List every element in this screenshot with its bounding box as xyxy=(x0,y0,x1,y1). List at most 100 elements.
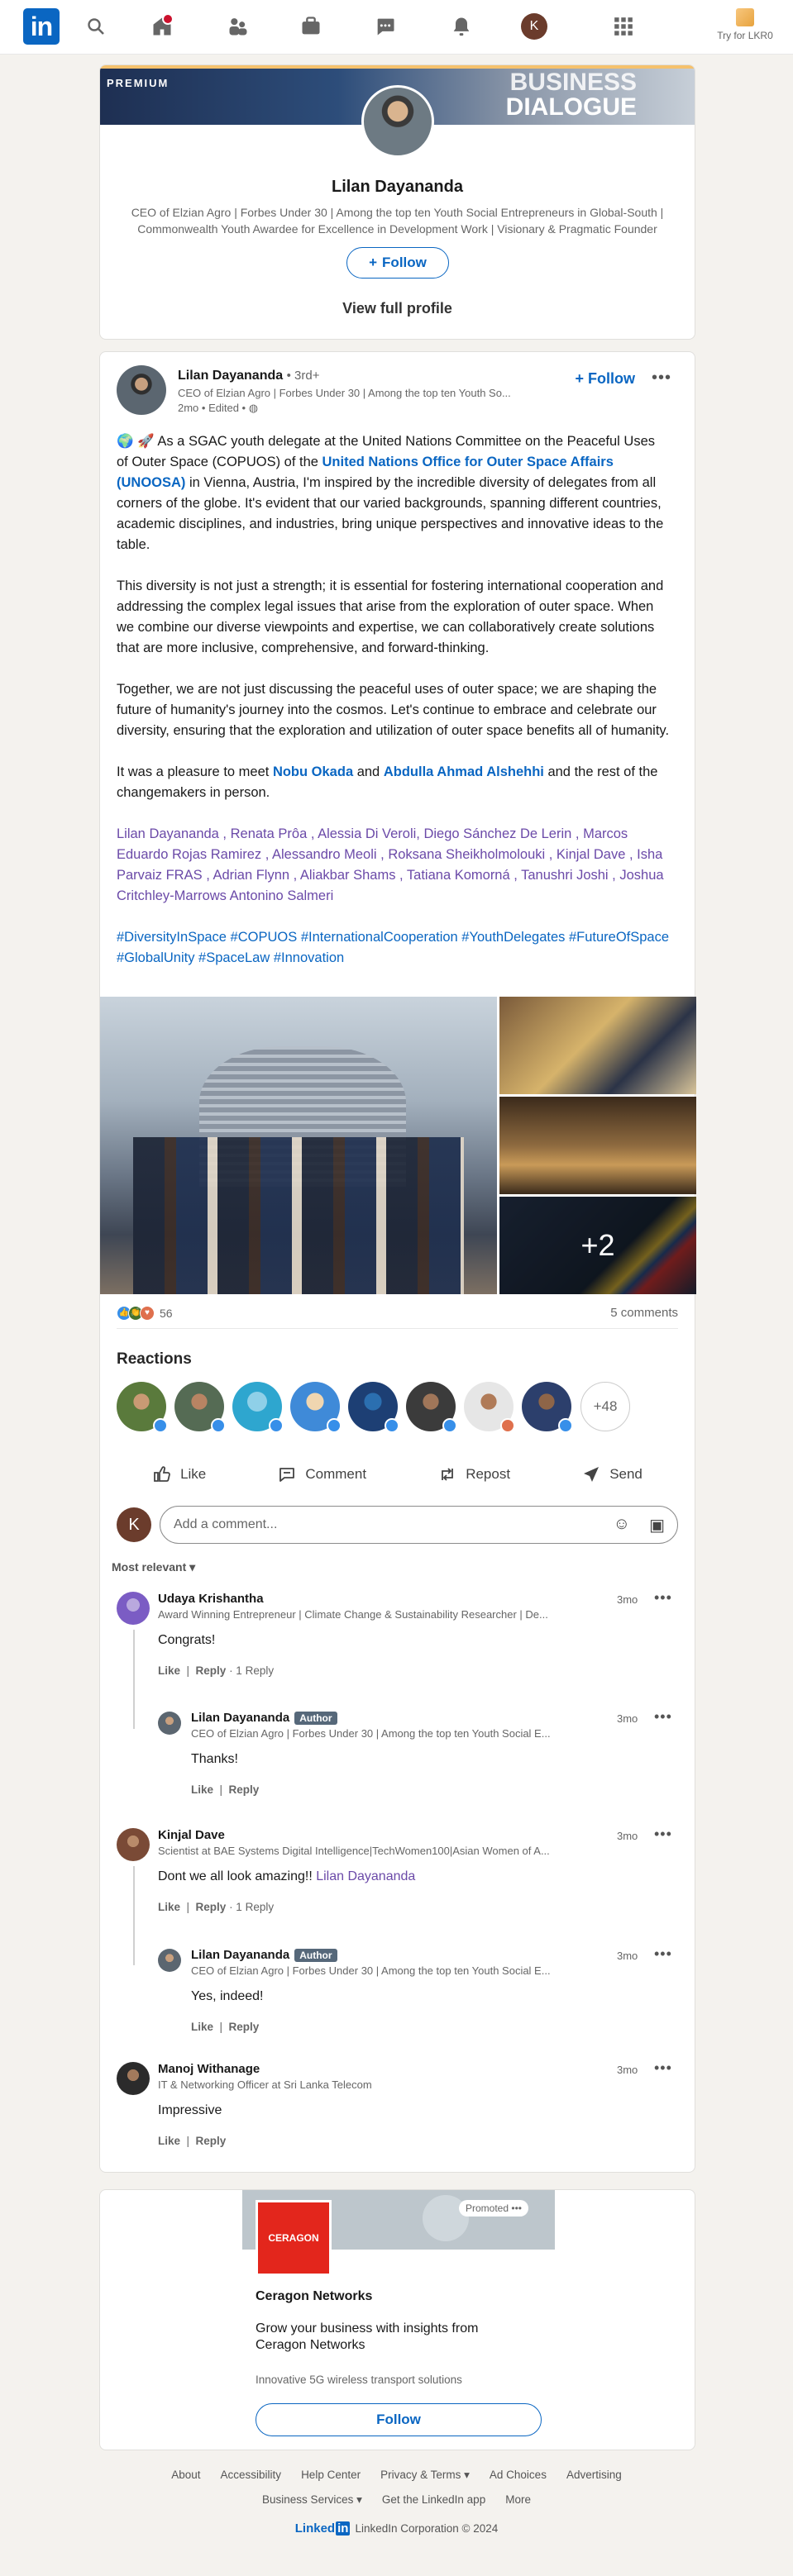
commenter-avatar[interactable] xyxy=(158,1712,181,1735)
post-body: 🌍 🚀 As a SGAC youth delegate at the Unit… xyxy=(117,431,670,989)
jobs-icon[interactable] xyxy=(294,12,327,41)
like-link[interactable]: Like xyxy=(158,2135,180,2147)
more-options-icon[interactable]: ••• xyxy=(511,2202,522,2214)
hashtags[interactable]: #DiversityInSpace #COPUOS #International… xyxy=(117,927,670,969)
thread-line xyxy=(133,1866,135,1965)
ad-follow-button[interactable]: Follow xyxy=(256,2403,542,2436)
commenter-name[interactable]: Udaya Krishantha xyxy=(158,1592,264,1606)
commenter-name[interactable]: Manoj Withanage xyxy=(158,2062,260,2076)
ad-company-name[interactable]: Ceragon Networks xyxy=(256,2289,372,2304)
more-photos-count: +2 xyxy=(499,1197,696,1294)
footer-link-ad-choices[interactable]: Ad Choices xyxy=(490,2469,547,2482)
reply-count[interactable]: · 1 Reply xyxy=(229,1901,274,1913)
footer-link-accessibility[interactable]: Accessibility xyxy=(221,2469,282,2482)
like-button[interactable]: Like xyxy=(152,1455,206,1494)
reaction-summary[interactable]: 👍 👏 ♥ 56 xyxy=(117,1306,173,1321)
thread-line xyxy=(133,1630,135,1729)
reactor-avatar[interactable] xyxy=(232,1382,284,1433)
reactor-avatar[interactable] xyxy=(117,1382,168,1433)
ceragon-logo[interactable]: CERAGON xyxy=(256,2200,332,2276)
reply-link[interactable]: Reply xyxy=(196,1901,227,1913)
like-link[interactable]: Like xyxy=(158,1901,180,1913)
author-name[interactable]: Lilan Dayananda • 3rd+ xyxy=(178,369,319,383)
profile-avatar[interactable] xyxy=(361,85,434,158)
reply-link[interactable]: Reply xyxy=(196,1664,227,1677)
view-full-profile-link[interactable]: View full profile xyxy=(100,300,695,317)
reactor-avatar[interactable] xyxy=(522,1382,573,1433)
messaging-icon[interactable] xyxy=(369,12,402,41)
photo-thumbnail[interactable] xyxy=(499,1097,696,1194)
comment-text: Yes, indeed! xyxy=(191,1989,264,2003)
commenter-name[interactable]: Lilan Dayananda Author xyxy=(191,1948,337,1962)
commenter-avatar[interactable] xyxy=(117,1592,150,1625)
footer-link-about[interactable]: About xyxy=(171,2469,200,2482)
profile-name[interactable]: Lilan Dayananda xyxy=(100,178,695,197)
reply-link[interactable]: Reply xyxy=(196,2135,227,2147)
comment-button[interactable]: Comment xyxy=(277,1455,366,1494)
reactor-avatar[interactable] xyxy=(290,1382,342,1433)
ad-message: Grow your business with insights from Ce… xyxy=(256,2321,479,2352)
footer-link-advertising[interactable]: Advertising xyxy=(566,2469,622,2482)
photo-thumbnail[interactable]: +2 xyxy=(499,1197,696,1294)
commenter-name[interactable]: Kinjal Dave xyxy=(158,1828,225,1842)
repost-button[interactable]: Repost xyxy=(437,1455,510,1494)
like-link[interactable]: Like xyxy=(191,1783,213,1796)
reactor-avatar[interactable] xyxy=(348,1382,399,1433)
post-photos[interactable]: +2 xyxy=(100,997,696,1294)
linkedin-wordmark: Linked in xyxy=(294,2521,351,2536)
like-link[interactable]: Like xyxy=(158,1664,180,1677)
comment-time: 3mo xyxy=(617,1593,638,1606)
commenter-avatar[interactable] xyxy=(158,1949,181,1972)
reactor-avatar[interactable] xyxy=(464,1382,515,1433)
reply-link[interactable]: Reply xyxy=(229,1783,260,1796)
reaction-count: 56 xyxy=(160,1307,173,1320)
author-avatar[interactable] xyxy=(117,365,166,415)
more-options-icon[interactable]: ••• xyxy=(654,2059,672,2077)
reply-count[interactable]: · 1 Reply xyxy=(229,1664,274,1677)
commenter-headline: Scientist at BAE Systems Digital Intelli… xyxy=(158,1845,550,1857)
comment-time: 3mo xyxy=(617,1950,638,1962)
linkedin-logo[interactable]: in xyxy=(23,8,60,45)
reactor-avatar[interactable] xyxy=(174,1382,226,1433)
footer-link-business-services[interactable]: Business Services ▾ xyxy=(262,2493,362,2507)
footer-link-more[interactable]: More xyxy=(505,2493,531,2507)
send-icon xyxy=(584,1467,600,1482)
my-network-icon[interactable] xyxy=(222,12,255,41)
apps-grid-icon[interactable] xyxy=(607,12,640,41)
follow-button[interactable]: + Follow xyxy=(575,370,635,388)
mention-link[interactable]: Lilan Dayananda xyxy=(316,1869,415,1883)
commenter-avatar[interactable] xyxy=(117,1828,150,1861)
me-menu[interactable]: K xyxy=(518,12,551,41)
try-premium-link[interactable]: Try for LKR0 xyxy=(712,8,778,41)
like-link[interactable]: Like xyxy=(191,2021,213,2033)
emoji-icon[interactable]: ☺ xyxy=(614,1515,630,1534)
follow-button[interactable]: + Follow xyxy=(346,247,449,279)
home-icon[interactable] xyxy=(146,12,179,41)
more-reactors[interactable]: +48 xyxy=(580,1382,630,1431)
sort-comments-dropdown[interactable]: Most relevant ▾ xyxy=(112,1560,195,1574)
reply-link[interactable]: Reply xyxy=(229,2021,260,2033)
mention-link[interactable]: Abdulla Ahmad Alshehhi xyxy=(384,764,544,779)
comments-count[interactable]: 5 comments xyxy=(610,1306,678,1320)
main-photo[interactable] xyxy=(100,997,497,1294)
more-options-icon[interactable]: ••• xyxy=(654,1708,672,1726)
send-button[interactable]: Send xyxy=(581,1455,643,1494)
more-options-icon[interactable]: ••• xyxy=(654,1945,672,1963)
tagged-people[interactable]: Lilan Dayananda , Renata Prôa , Alessia … xyxy=(117,824,670,907)
mention-link[interactable]: Nobu Okada xyxy=(273,764,353,779)
search-icon[interactable] xyxy=(79,12,112,41)
comment-time: 3mo xyxy=(617,2064,638,2076)
photo-thumbnail[interactable] xyxy=(499,997,696,1094)
footer-link-help-center[interactable]: Help Center xyxy=(301,2469,361,2482)
footer-link-get-app[interactable]: Get the LinkedIn app xyxy=(382,2493,485,2507)
more-options-icon[interactable]: ••• xyxy=(654,1589,672,1607)
commenter-name[interactable]: Lilan Dayananda Author xyxy=(191,1711,337,1725)
notifications-icon[interactable] xyxy=(445,12,478,41)
image-icon[interactable]: ▣ xyxy=(649,1515,665,1536)
footer-link-privacy-terms[interactable]: Privacy & Terms ▾ xyxy=(380,2469,470,2482)
more-options-icon[interactable]: ••• xyxy=(652,369,671,388)
comment-input[interactable]: Add a comment... xyxy=(160,1506,678,1544)
more-options-icon[interactable]: ••• xyxy=(654,1826,672,1843)
commenter-avatar[interactable] xyxy=(117,2062,150,2095)
reactor-avatar[interactable] xyxy=(406,1382,457,1433)
